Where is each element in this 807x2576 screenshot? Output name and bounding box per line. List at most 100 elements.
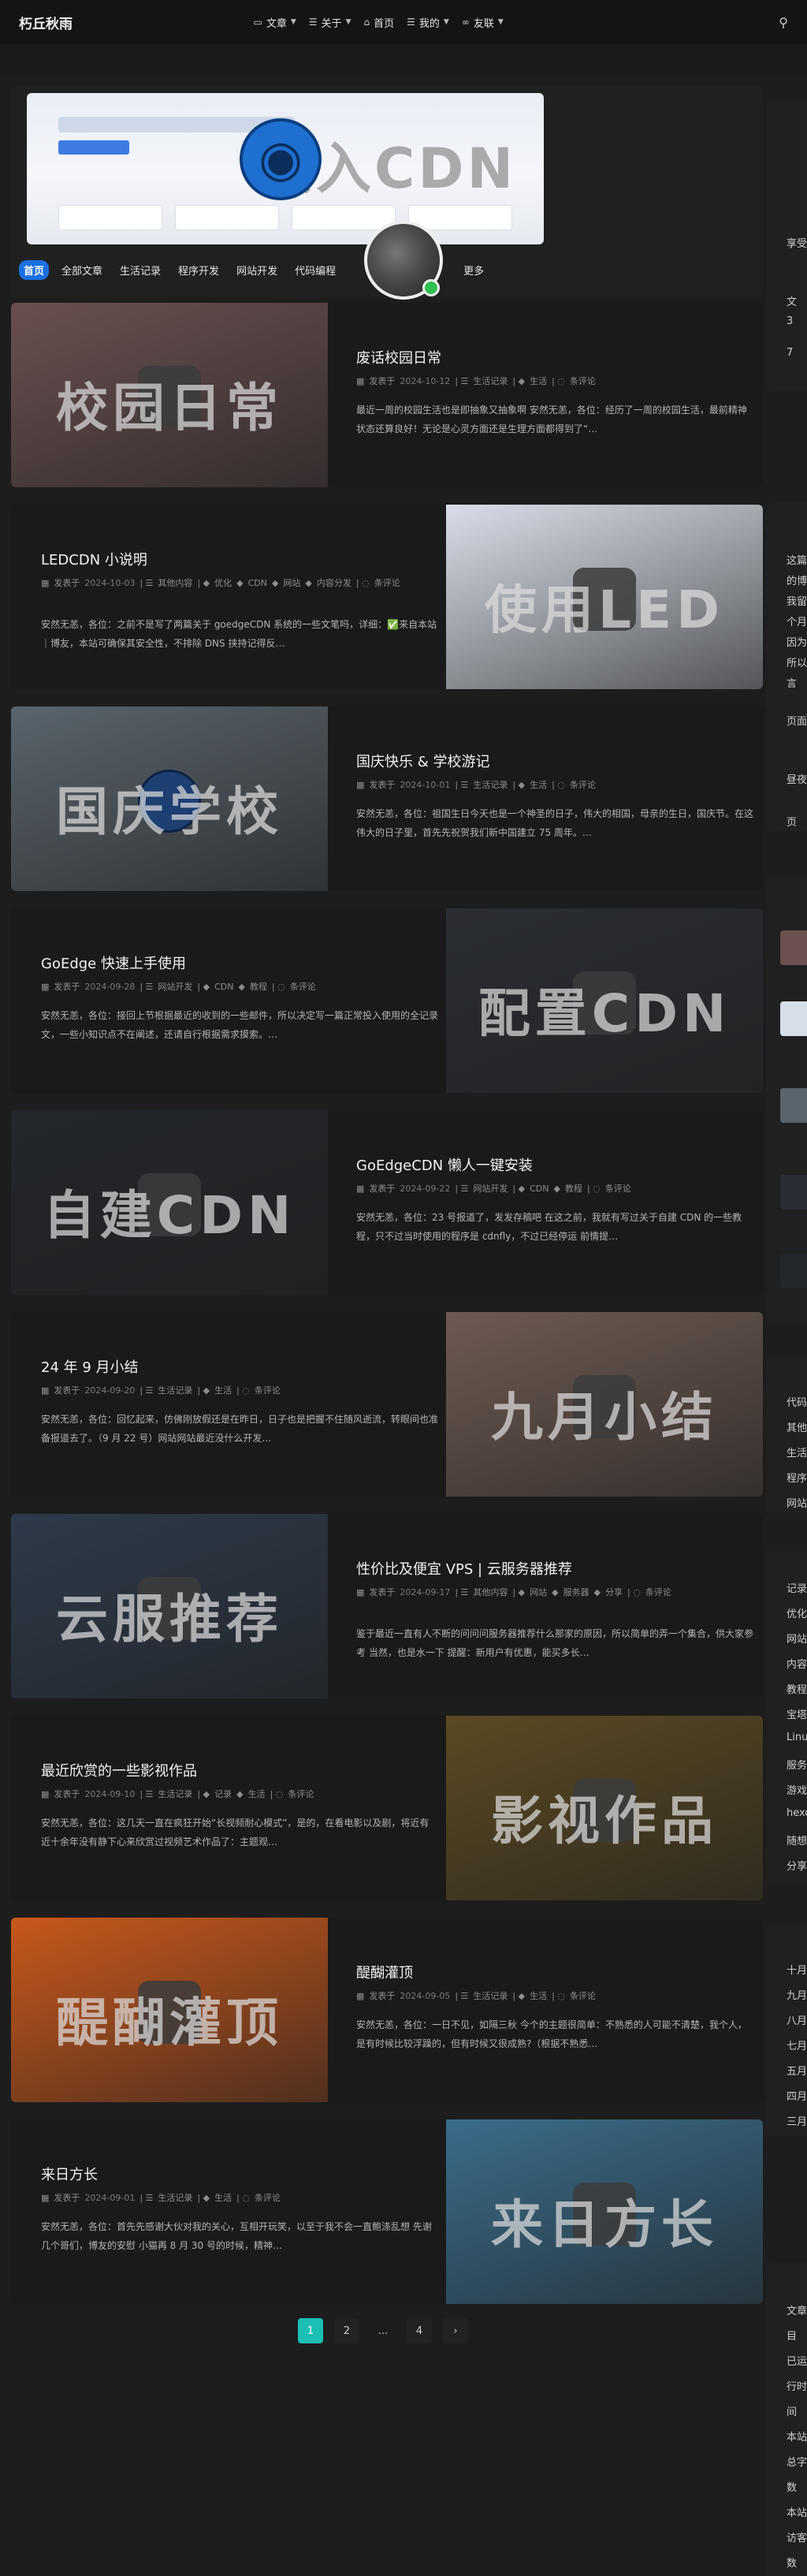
meta-date-prefix: 发表于	[54, 2193, 80, 2203]
tab[interactable]: 首页	[19, 260, 50, 280]
post-category[interactable]: 生活记录	[158, 1789, 192, 1799]
post-comments[interactable]: 条评论	[290, 982, 316, 992]
search-icon[interactable]: ⚲	[779, 15, 788, 30]
page-button[interactable]: 4	[407, 2318, 432, 2343]
post-thumbnail[interactable]: 校园日常	[11, 303, 328, 487]
post-tag[interactable]: 生活	[530, 376, 547, 386]
sidebar-text: 九月	[787, 1990, 807, 2002]
post-title[interactable]: LEDCDN 小说明	[41, 549, 438, 569]
post-tag[interactable]: 分享	[605, 1587, 623, 1597]
tab[interactable]: 程序开发	[173, 260, 224, 280]
recent-post-thumb[interactable]	[780, 930, 807, 965]
sidebar-text: 所以	[787, 658, 807, 669]
post-comments[interactable]: 条评论	[570, 376, 596, 386]
nav-item[interactable]: ☰ 关于 ▼	[309, 15, 351, 30]
post-title[interactable]: 最近欣赏的一些影视作品	[41, 1760, 438, 1780]
post-category[interactable]: 生活记录	[473, 1991, 508, 2001]
post-category[interactable]: 网站开发	[158, 982, 192, 992]
category-icon: ☰	[460, 1184, 469, 1194]
post-thumbnail[interactable]: 影视作品	[446, 1716, 763, 1900]
nav-item[interactable]: ☰ 我的 ▼	[407, 15, 449, 30]
recent-post-thumb[interactable]	[780, 1254, 807, 1288]
post-comments[interactable]: 条评论	[645, 1587, 671, 1597]
post-category[interactable]: 生活记录	[158, 1385, 192, 1396]
recent-post-thumb[interactable]	[780, 1001, 807, 1036]
tab[interactable]: 更多	[459, 260, 489, 280]
post-body: 来日方长 ▦ 发表于 2024-09-01 | ☰ 生活记录 | ◆ 生活 | ◌ 条评论 安然无恙…	[35, 2119, 444, 2304]
post-title[interactable]: 醍醐灌顶	[356, 1962, 753, 1982]
post-thumbnail[interactable]: 云服推荐	[11, 1514, 328, 1698]
post-category[interactable]: 生活记录	[473, 780, 508, 790]
recent-post-thumb[interactable]	[780, 1088, 807, 1123]
post-thumbnail[interactable]: 配置CDN	[446, 908, 763, 1093]
post-card: 云服推荐 性价比及便宜 VPS | 云服务器推荐 ▦ 发表于 2024-09-17 | ☰…	[11, 1514, 763, 1698]
post-date: 2024-09-10	[84, 1789, 136, 1799]
page-button[interactable]: 2	[334, 2318, 359, 2343]
post-tag[interactable]: 生活	[530, 1991, 547, 2001]
post-comments[interactable]: 条评论	[374, 578, 400, 588]
nav-item[interactable]: ⌂ 首页	[363, 15, 394, 30]
recent-post-thumb[interactable]	[780, 1175, 807, 1210]
post-thumbnail[interactable]: 自建CDN	[11, 1110, 328, 1295]
post-comments[interactable]: 条评论	[288, 1789, 314, 1799]
post-tag[interactable]: CDN	[530, 1184, 549, 1194]
post-thumbnail[interactable]: 来日方长	[446, 2119, 763, 2304]
post-thumbnail[interactable]: 九月小结	[446, 1312, 763, 1497]
category-icon: ☰	[460, 1587, 469, 1597]
post-title[interactable]: 性价比及便宜 VPS | 云服务器推荐	[356, 1558, 753, 1579]
post-tag[interactable]: 网站	[283, 578, 300, 588]
post-category[interactable]: 生活记录	[158, 2193, 192, 2203]
post-comments[interactable]: 条评论	[570, 1991, 596, 2001]
post-tag[interactable]: 教程	[250, 982, 267, 992]
thumbnail-title: 校园日常	[56, 378, 283, 438]
post-title[interactable]: GoEdgeCDN 懒人一键安装	[356, 1154, 753, 1175]
next-page-button[interactable]: ›	[443, 2318, 468, 2343]
post-excerpt: 安然无恙，各位：接回上节根据最近的收到的一些邮件，所以决定写一篇正常投入使用的全…	[41, 1010, 438, 1040]
post-tag[interactable]: CDN	[214, 982, 233, 992]
post-tag[interactable]: 网站	[530, 1587, 547, 1597]
post-comments[interactable]: 条评论	[570, 780, 596, 790]
site-logo[interactable]: 朽丘秋雨	[19, 13, 73, 32]
tab[interactable]: 全部文章	[57, 260, 107, 280]
folder-open-icon: ▭	[253, 17, 262, 28]
post-thumbnail[interactable]: 国庆学校	[11, 706, 328, 891]
thumbnail-title: 配置CDN	[478, 983, 731, 1044]
tab[interactable]: 生活记录	[115, 260, 165, 280]
post-category[interactable]: 生活记录	[473, 376, 508, 386]
nav-item[interactable]: ∞ 友联 ▼	[462, 15, 504, 30]
nav-item[interactable]: ▭ 文章 ▼	[254, 15, 296, 30]
tab[interactable]: 网站开发	[232, 260, 282, 280]
post-title[interactable]: 国庆快乐 & 学校游记	[356, 751, 753, 771]
nav-item-label: 我的	[418, 17, 440, 30]
post-title[interactable]: 24 年 9 月小结	[41, 1356, 438, 1377]
post-tag[interactable]: 优化	[214, 578, 232, 588]
post-title[interactable]: 废话校园日常	[356, 347, 753, 367]
tab[interactable]: 代码编程	[290, 260, 340, 280]
post-tag[interactable]: 生活	[530, 780, 547, 790]
post-tag[interactable]: 服务器	[563, 1587, 589, 1597]
post-tag[interactable]: 内容分发	[317, 578, 351, 588]
post-title[interactable]: 来日方长	[41, 2164, 438, 2184]
post-category[interactable]: 网站开发	[473, 1184, 508, 1194]
post-excerpt: 安然无恙，各位：23 号报道了，发发存稿吧 在这之前，我就有写过关于自建 CDN…	[356, 1212, 742, 1242]
post-tag[interactable]: 教程	[565, 1184, 582, 1194]
post-date: 2024-09-20	[84, 1385, 136, 1396]
page-button[interactable]: 1	[298, 2318, 323, 2343]
post-thumbnail[interactable]: 使用LED	[446, 505, 763, 689]
post-tag[interactable]: 生活	[214, 1385, 232, 1396]
post-tag[interactable]: 记录	[214, 1789, 232, 1799]
post-comments[interactable]: 条评论	[255, 2193, 281, 2203]
post-comments[interactable]: 条评论	[605, 1184, 631, 1194]
post-category[interactable]: 其他内容	[158, 578, 192, 588]
post-thumbnail[interactable]: 醍醐灌顶	[11, 1918, 328, 2102]
post-category[interactable]: 其他内容	[473, 1587, 508, 1597]
chevron-down-icon: ▼	[497, 18, 504, 26]
post-comments[interactable]: 条评论	[255, 1385, 281, 1396]
post-tag[interactable]: 生活	[248, 1789, 266, 1799]
tag-icon: ◆	[305, 578, 312, 588]
thumbnail-title: 云服推荐	[56, 1589, 283, 1650]
post-tag[interactable]: CDN	[248, 578, 267, 588]
post-title[interactable]: GoEdge 快速上手使用	[41, 952, 438, 973]
tag-icon: ◆	[236, 1789, 244, 1799]
post-tag[interactable]: 生活	[214, 2193, 232, 2203]
